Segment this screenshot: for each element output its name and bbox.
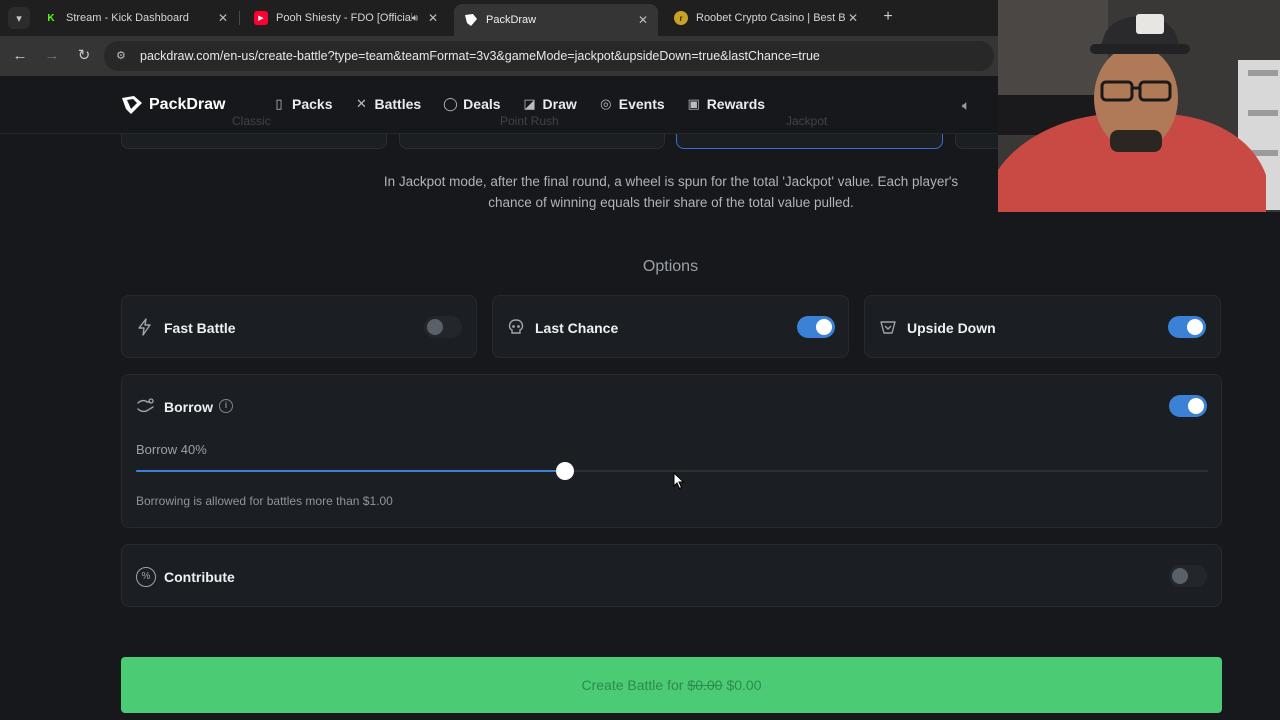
jackpot-description: In Jackpot mode, after the final round, …: [383, 174, 959, 210]
packdraw-icon: [464, 13, 478, 27]
mode-tab-classic[interactable]: Classic: [232, 114, 271, 128]
option-label: Upside Down: [907, 320, 996, 336]
tab-title: PackDraw: [486, 14, 537, 26]
borrow-note: Borrowing is allowed for battles more th…: [136, 494, 393, 508]
mode-card-partial[interactable]: [955, 134, 1000, 149]
main-nav: ▯ Packs ✕ Battles ◯ Deals ◪ Draw ◎ Event…: [272, 96, 787, 112]
kick-icon: K: [44, 11, 58, 25]
option-fast-battle[interactable]: Fast Battle: [121, 295, 477, 358]
toggle-knob: [427, 319, 443, 335]
borrow-hands-icon: [136, 397, 156, 415]
youtube-icon: ▶: [254, 11, 268, 25]
mode-card-classic[interactable]: [121, 134, 387, 149]
toggle-knob: [1172, 568, 1188, 584]
options-heading: Options: [642, 258, 699, 275]
nav-label: Rewards: [706, 96, 766, 112]
upside-down-toggle[interactable]: [1168, 316, 1206, 338]
toggle-knob: [816, 319, 832, 335]
nav-draw[interactable]: ◪ Draw: [523, 96, 577, 112]
contribute-card[interactable]: % Contribute: [121, 544, 1222, 607]
tab-separator: [239, 11, 240, 25]
nav-battles[interactable]: ✕ Battles: [354, 96, 421, 112]
close-icon[interactable]: ✕: [846, 11, 860, 25]
browser-tab-roobet[interactable]: r Roobet Crypto Casino | Best Bit ✕: [664, 4, 868, 32]
close-icon[interactable]: ✕: [636, 13, 650, 27]
borrow-percent-label: Borrow 40%: [136, 442, 207, 457]
site-info-icon[interactable]: ⚙: [116, 49, 130, 63]
site-header: Classic Point Rush Jackpot PackDraw ▯ Pa…: [0, 76, 1000, 134]
nav-label: Deals: [463, 96, 501, 112]
create-button-price: $0.00: [726, 677, 762, 693]
option-upside-down[interactable]: Upside Down: [864, 295, 1221, 358]
url-bar[interactable]: ⚙ packdraw.com/en-us/create-battle?type=…: [104, 41, 994, 71]
swords-icon: ✕: [356, 96, 367, 111]
mode-tab-point-rush[interactable]: Point Rush: [500, 114, 559, 128]
tab-title: Stream - Kick Dashboard: [66, 12, 189, 24]
contribute-label: Contribute: [164, 569, 235, 585]
borrow-label: Borrow: [164, 399, 213, 415]
borrow-toggle[interactable]: [1169, 395, 1207, 417]
borrow-slider[interactable]: [136, 462, 1208, 480]
packdraw-logo-icon: [122, 96, 142, 114]
deals-icon: ◯: [443, 96, 458, 111]
gift-icon: ▣: [687, 96, 700, 111]
new-tab-button[interactable]: +: [879, 8, 897, 26]
mode-tab-jackpot[interactable]: Jackpot: [786, 114, 827, 128]
nav-packs[interactable]: ▯ Packs: [272, 96, 332, 112]
nav-events[interactable]: ◎ Events: [599, 96, 665, 112]
browser-tab-kick[interactable]: K Stream - Kick Dashboard ✕: [34, 4, 238, 32]
create-battle-button[interactable]: Create Battle for $0.00 $0.00: [121, 657, 1222, 713]
webcam-overlay: [998, 0, 1280, 212]
option-label: Fast Battle: [164, 320, 236, 336]
back-arrow-icon[interactable]: ←: [10, 46, 30, 66]
upside-down-icon: [879, 318, 897, 336]
close-icon[interactable]: ✕: [216, 11, 230, 25]
mouse-cursor: [673, 472, 685, 490]
lightning-icon: [136, 318, 154, 336]
tab-title: Pooh Shiesty - FDO [Official: [276, 12, 412, 24]
packdraw-logo[interactable]: PackDraw: [121, 95, 226, 115]
create-button-prefix: Create Battle for: [581, 677, 684, 693]
nav-label: Packs: [292, 96, 333, 112]
close-icon[interactable]: ✕: [426, 11, 440, 25]
borrow-card: Borrow i Borrow 40% Borrowing is allowed…: [121, 374, 1222, 528]
skull-icon: [507, 318, 525, 336]
url-text[interactable]: packdraw.com/en-us/create-battle?type=te…: [140, 49, 820, 63]
fast-battle-toggle[interactable]: [424, 316, 462, 338]
percent-circle-icon: %: [136, 567, 156, 587]
last-chance-toggle[interactable]: [797, 316, 835, 338]
tab-title: Roobet Crypto Casino | Best Bit: [696, 12, 846, 24]
roobet-icon: r: [674, 11, 688, 25]
events-icon: ◎: [600, 96, 612, 111]
nav-rewards[interactable]: ▣ Rewards: [687, 96, 766, 112]
mode-card-point-rush[interactable]: [399, 134, 665, 149]
toggle-knob: [1188, 398, 1204, 414]
browser-tab-youtube[interactable]: ▶ Pooh Shiesty - FDO [Official 🔊︎ ✕: [244, 4, 448, 32]
option-label: Last Chance: [535, 320, 619, 336]
streamer-webcam-image: [998, 0, 1280, 212]
draw-icon: ◪: [523, 96, 536, 111]
volume-icon[interactable]: 🔈︎: [962, 97, 970, 114]
nav-label: Draw: [542, 96, 577, 112]
toggle-knob: [1187, 319, 1203, 335]
contribute-toggle[interactable]: [1169, 565, 1207, 587]
option-last-chance[interactable]: Last Chance: [492, 295, 849, 358]
borrow-slider-fill: [136, 470, 565, 472]
borrow-slider-thumb[interactable]: [556, 462, 574, 480]
packs-icon: ▯: [275, 96, 283, 111]
browser-tab-packdraw[interactable]: PackDraw ✕: [454, 4, 658, 36]
tab-search-button[interactable]: ▾: [8, 7, 30, 29]
info-icon[interactable]: i: [219, 399, 233, 413]
mode-card-jackpot[interactable]: [676, 134, 943, 149]
nav-label: Events: [618, 96, 665, 112]
nav-deals[interactable]: ◯ Deals: [443, 96, 500, 112]
brand-name: PackDraw: [149, 96, 226, 113]
reload-icon[interactable]: ↻: [74, 46, 94, 66]
audio-playing-icon[interactable]: 🔊︎: [412, 13, 418, 24]
create-button-old-price: $0.00: [687, 677, 723, 693]
nav-label: Battles: [374, 96, 422, 112]
forward-arrow-icon[interactable]: →: [42, 46, 62, 66]
